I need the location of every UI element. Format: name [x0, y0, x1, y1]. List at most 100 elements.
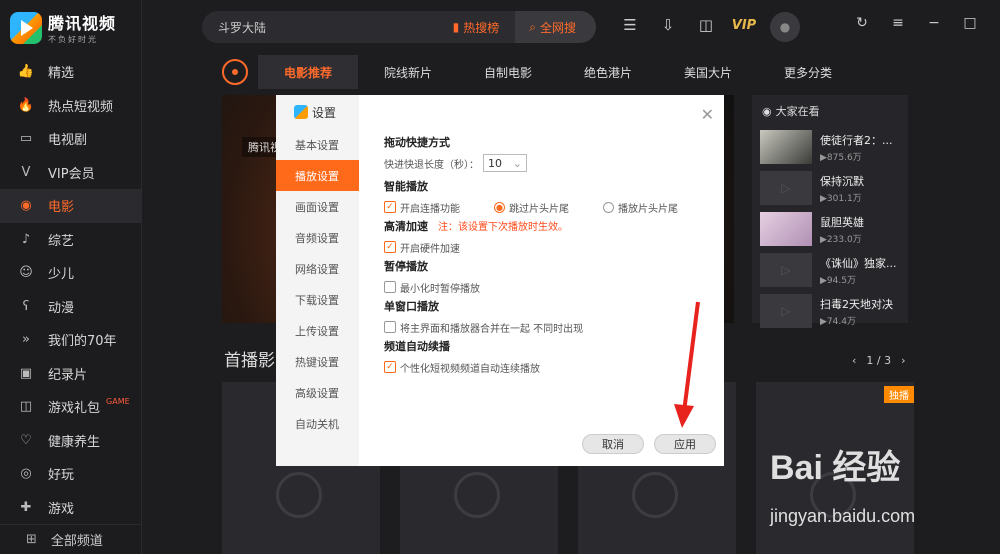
- settings-sidebar: 设置 基本设置 播放设置 画面设置 音频设置 网络设置 下载设置 上传设置 热键设置 高级设置自…: [276, 95, 359, 466]
- sidebar-item-label: 综艺: [48, 233, 75, 249]
- settings-nav-item[interactable]: 上传设置: [276, 315, 359, 346]
- sidebar-item[interactable]: ☺ 少儿: [0, 256, 142, 290]
- pause-heading: 暂停播放: [384, 260, 428, 273]
- sidebar-item-label: 好玩: [48, 468, 75, 484]
- whole-web-search-button[interactable]: ⌕ 全网搜: [515, 11, 596, 43]
- settings-nav-item[interactable]: 播放设置: [276, 160, 359, 191]
- settings-nav-item[interactable]: 音频设置: [276, 222, 359, 253]
- sidebar-item[interactable]: ♪ 综艺: [0, 223, 142, 257]
- sidebar-item-label: 电视剧: [48, 133, 88, 149]
- heart-icon: ♡: [20, 432, 32, 448]
- category-tab[interactable]: 更多分类: [758, 55, 858, 89]
- ranking-item-count: ▶94.5万: [820, 275, 856, 286]
- video-thumbnail: ▷: [760, 253, 812, 287]
- category-tab[interactable]: 美国大片: [658, 55, 758, 89]
- cancel-button[interactable]: 取消: [582, 434, 644, 454]
- game-icon[interactable]: ◫: [696, 15, 716, 35]
- game-badge: GAME: [106, 397, 130, 407]
- continuous-play-label: 开启连播功能: [400, 203, 460, 215]
- ranking-item[interactable]: 使徒行者2：... ▶875.6万: [752, 127, 908, 167]
- skip-intro-radio[interactable]: ●: [494, 201, 505, 213]
- category-tabs: 电影推荐 院线新片 自制电影 绝色港片 美国大片 更多分类: [222, 55, 908, 89]
- sidebar-item[interactable]: ♡ 健康养生: [0, 424, 142, 458]
- baidu-watermark: Bai 经验: [770, 449, 901, 487]
- hot-search-button[interactable]: ▮ 热搜榜: [453, 19, 516, 36]
- exclusive-badge: 独播: [884, 386, 914, 403]
- menu-icon[interactable]: ≡: [890, 15, 906, 31]
- video-thumbnail: [760, 130, 812, 164]
- settings-nav-item[interactable]: 高级设置: [276, 377, 359, 408]
- personal-autoplay-label: 个性化短视频频道自动连续播放: [400, 363, 540, 375]
- personal-autoplay-checkbox[interactable]: ✓: [384, 361, 396, 373]
- sidebar-item[interactable]: V VIP会员: [0, 156, 142, 190]
- hardware-accel-label: 开启硬件加速: [400, 243, 460, 255]
- settings-nav-item[interactable]: 基本设置: [276, 129, 359, 160]
- hardware-accel-checkbox[interactable]: ✓: [384, 241, 396, 253]
- sidebar-item[interactable]: » 我们的70年: [0, 323, 142, 357]
- ranking-item-title: 扫毒2天地对决: [820, 297, 893, 311]
- smile-icon: ◎: [20, 466, 32, 482]
- sidebar-item[interactable]: ◉ 电影: [0, 189, 142, 223]
- maximize-icon[interactable]: □: [962, 15, 978, 31]
- camera-icon: ▣: [19, 365, 33, 381]
- ranking-item-title: 鼠胆英雄: [820, 215, 864, 229]
- sidebar-item-label: 精选: [48, 66, 75, 82]
- ranking-item-count: ▶233.0万: [820, 234, 862, 245]
- refresh-icon[interactable]: ↻: [854, 15, 870, 31]
- minimize-icon[interactable]: −: [926, 15, 942, 31]
- next-page-icon[interactable]: ›: [901, 354, 905, 367]
- category-tab[interactable]: 绝色港片: [558, 55, 658, 89]
- download-icon[interactable]: ⇩: [658, 15, 678, 35]
- category-tab[interactable]: 院线新片: [358, 55, 458, 89]
- sidebar-item[interactable]: ✚ 游戏: [0, 491, 142, 525]
- window-controls: ↻ ≡ − □ ✕: [854, 15, 1000, 31]
- ranking-title: 大家在看: [775, 105, 820, 118]
- user-icon: ●: [779, 20, 791, 34]
- category-tab[interactable]: 电影推荐: [258, 55, 358, 89]
- sidebar-item[interactable]: ◫ 游戏礼包 GAME: [0, 390, 142, 424]
- thumbs-up-icon: 👍: [17, 64, 35, 80]
- continuous-play-checkbox[interactable]: ✓: [384, 201, 396, 213]
- controller-icon: ✚: [20, 499, 32, 515]
- sidebar-item[interactable]: ▣ 纪录片: [0, 357, 142, 391]
- sidebar-item[interactable]: ◎ 好玩: [0, 457, 142, 491]
- sidebar-item[interactable]: ▭ 电视剧: [0, 122, 142, 156]
- ff-length-select[interactable]: 10 ⌄: [483, 154, 527, 172]
- all-channels-button[interactable]: ⊞ 全部频道: [0, 524, 142, 554]
- ranking-item[interactable]: ▷ 扫毒2天地对决 ▶74.4万: [752, 291, 908, 331]
- minimize-pause-label: 最小化时暂停播放: [400, 283, 480, 295]
- search-input[interactable]: 斗罗大陆: [202, 19, 453, 36]
- category-tab[interactable]: 自制电影: [458, 55, 558, 89]
- video-thumbnail: ▷: [760, 171, 812, 205]
- ranking-panel: ◉ 大家在看 使徒行者2：... ▶875.6万 ▷ 保持沉默 ▶301.1万 鼠胆英雄 ▶…: [752, 95, 908, 328]
- ranking-item[interactable]: 鼠胆英雄 ▶233.0万: [752, 209, 908, 249]
- chevrons-icon: »: [22, 332, 30, 348]
- apply-button[interactable]: 应用: [654, 434, 716, 454]
- play-intro-radio[interactable]: [603, 201, 614, 213]
- fire-icon: 🔥: [17, 97, 35, 113]
- sidebar-item[interactable]: ʕ 动漫: [0, 290, 142, 324]
- ranking-item[interactable]: ▷ 《诛仙》独家... ▶94.5万: [752, 250, 908, 290]
- ranking-item[interactable]: ▷ 保持沉默 ▶301.1万: [752, 168, 908, 208]
- ranking-item-title: 保持沉默: [820, 174, 864, 188]
- merge-window-checkbox[interactable]: [384, 321, 396, 333]
- kid-icon: ☺: [19, 265, 33, 281]
- settings-nav-item[interactable]: 下载设置: [276, 284, 359, 315]
- settings-nav-item[interactable]: 网络设置: [276, 253, 359, 284]
- sidebar-item[interactable]: 🔥 热点短视频: [0, 89, 142, 123]
- settings-nav-item[interactable]: 热键设置: [276, 346, 359, 377]
- prev-page-icon[interactable]: ‹: [852, 354, 856, 367]
- sidebar-item-label: 电影: [48, 200, 75, 216]
- close-icon[interactable]: ✕: [701, 105, 714, 124]
- app-logo[interactable]: 腾讯视频 不负好时光: [10, 10, 116, 45]
- avatar[interactable]: ●: [770, 12, 800, 42]
- ranking-item-title: 《诛仙》独家...: [820, 256, 897, 270]
- vip-button[interactable]: VIP: [732, 15, 756, 35]
- settings-nav-item[interactable]: 画面设置: [276, 191, 359, 222]
- search-bar[interactable]: 斗罗大陆 ▮ 热搜榜 ⌕ 全网搜: [202, 11, 596, 43]
- history-icon[interactable]: ☰: [620, 15, 640, 35]
- chevron-down-icon: ⌄: [512, 156, 522, 170]
- sidebar-item[interactable]: 👍 精选: [0, 55, 142, 89]
- minimize-pause-checkbox[interactable]: [384, 281, 396, 293]
- settings-nav-item[interactable]: 自动关机: [276, 408, 359, 439]
